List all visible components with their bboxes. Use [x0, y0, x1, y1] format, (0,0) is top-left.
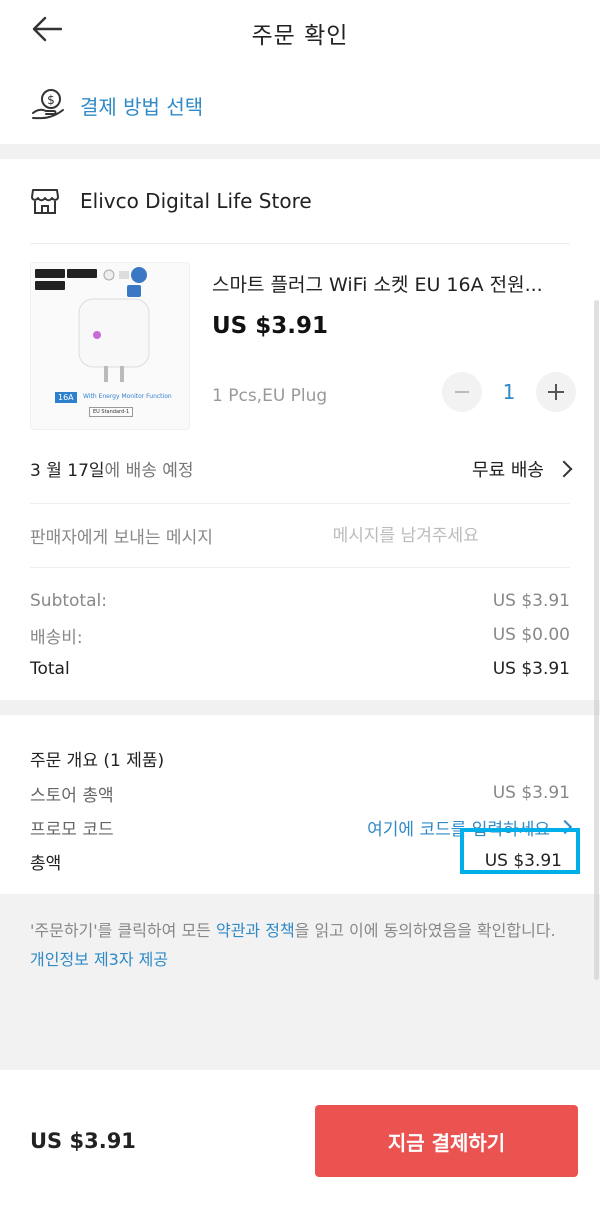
store-name: Elivco Digital Life Store: [80, 189, 312, 213]
subtotal-value: US $3.91: [492, 591, 570, 611]
total-label: Total: [30, 659, 70, 679]
shipping-fee-label: 배송비:: [30, 627, 83, 648]
product-badge-16a: 16A: [55, 392, 77, 403]
terms-suffix: 을 읽고 이에 동의하였음을 확인합니다.: [294, 921, 556, 940]
total-row: Total US $3.91: [30, 652, 570, 686]
svg-text:$: $: [47, 93, 55, 107]
payment-method-row[interactable]: $ 결제 방법 선택: [0, 66, 600, 144]
price-summary: Subtotal: US $3.91 배송비: US $0.00 Total U…: [30, 568, 570, 700]
product-price: US $3.91: [212, 313, 328, 339]
shipping-row[interactable]: 3 월 17일에 배송 예정 무료 배송: [30, 434, 573, 504]
store-total-value: US $3.91: [492, 783, 570, 803]
hand-coin-icon: $: [30, 87, 66, 123]
scrollbar[interactable]: [594, 300, 599, 980]
grand-total-label: 총액: [30, 853, 62, 874]
quantity-value: 1: [502, 380, 516, 404]
highlight-box: [460, 828, 580, 874]
subtotal-label: Subtotal:: [30, 591, 107, 611]
product-item: 16A With Energy Monitor Function EU Stan…: [30, 244, 576, 434]
product-image[interactable]: 16A With Energy Monitor Function EU Stan…: [30, 262, 190, 430]
order-overview-title: 주문 개요 (1 제품): [30, 750, 165, 771]
minus-icon: [455, 391, 469, 393]
divider: [0, 144, 600, 159]
product-variant: 1 Pcs,EU Plug: [212, 386, 328, 406]
quantity-stepper: 1: [442, 372, 576, 412]
store-icon: [30, 186, 60, 216]
privacy-third-party-link[interactable]: 개인정보 제3자 제공: [30, 950, 168, 969]
store-row[interactable]: Elivco Digital Life Store: [30, 159, 570, 244]
promo-code-label: 프로모 코드: [30, 819, 114, 840]
chevron-right-icon: [555, 460, 573, 477]
terms-prefix: '주문하기'를 클릭하여 모든: [30, 921, 216, 940]
subtotal-row: Subtotal: US $3.91: [30, 584, 570, 618]
seller-message-input[interactable]: [332, 525, 570, 546]
shipping-method-label: 무료 배송: [472, 459, 544, 481]
delivery-date: 3 월 17일: [30, 461, 105, 481]
store-total-row: 스토어 총액 US $3.91: [30, 776, 570, 810]
terms-policy-link[interactable]: 약관과 정책: [216, 921, 295, 940]
product-thumb-standard: EU Standard-1: [89, 407, 134, 417]
payment-method-label: 결제 방법 선택: [80, 94, 204, 119]
decrease-quantity-button[interactable]: [442, 372, 482, 412]
header: 주문 확인: [0, 0, 600, 66]
product-thumb-caption: With Energy Monitor Function: [83, 393, 172, 400]
shipping-method[interactable]: 무료 배송: [472, 456, 573, 482]
shipping-fee-value: US $0.00: [492, 625, 570, 645]
divider: [0, 700, 600, 715]
back-arrow-icon[interactable]: [30, 12, 64, 46]
total-value: US $3.91: [492, 659, 570, 679]
delivery-date-suffix: 에 배송 예정: [104, 461, 194, 481]
store-total-label: 스토어 총액: [30, 785, 114, 806]
seller-message-row: 판매자에게 보내는 메시지: [30, 504, 570, 568]
delivery-estimate: 3 월 17일에 배송 예정: [30, 456, 194, 481]
increase-quantity-button[interactable]: [536, 372, 576, 412]
pay-now-button[interactable]: 지금 결제하기: [315, 1105, 578, 1177]
checkout-bar: US $3.91 지금 결제하기: [0, 1070, 600, 1212]
terms-notice: '주문하기'를 클릭하여 모든 약관과 정책을 읽고 이에 동의하였음을 확인합…: [0, 894, 600, 1087]
seller-message-label: 판매자에게 보내는 메시지: [30, 528, 213, 548]
shipping-fee-row: 배송비: US $0.00: [30, 618, 570, 652]
page-title: 주문 확인: [251, 23, 349, 49]
checkout-total: US $3.91: [30, 1129, 136, 1153]
product-title[interactable]: 스마트 플러그 WiFi 소켓 EU 16A 전원...: [212, 270, 576, 297]
plus-icon: [548, 384, 564, 400]
